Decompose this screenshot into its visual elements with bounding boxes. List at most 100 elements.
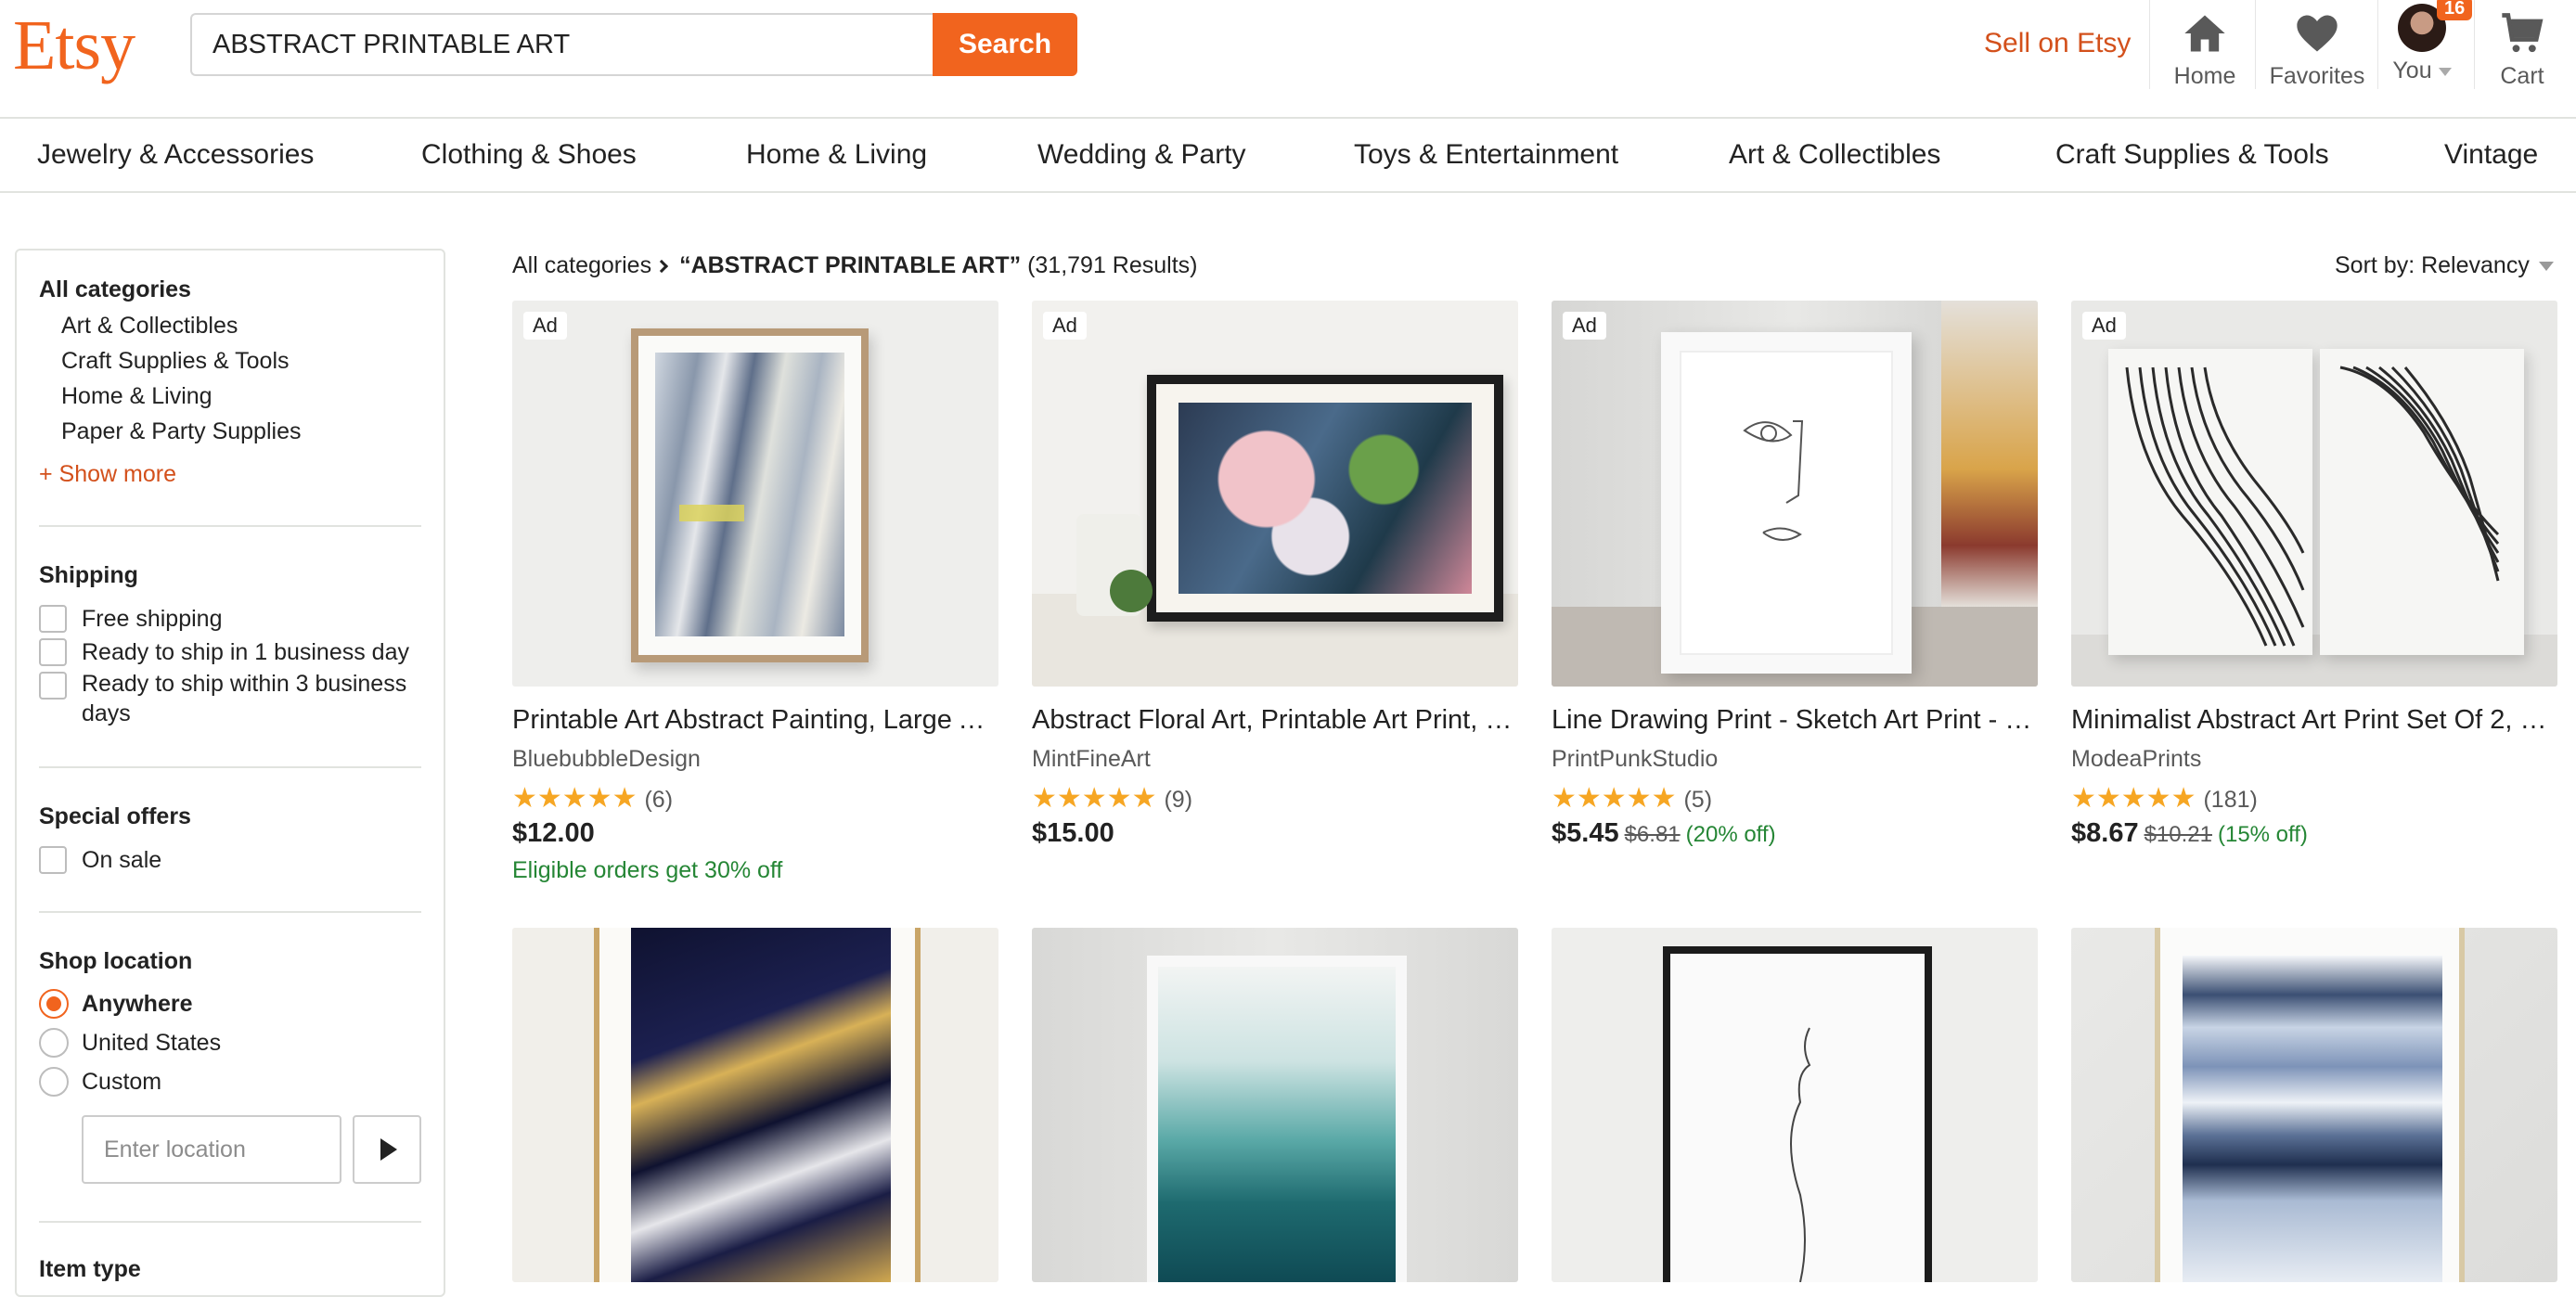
filter-all-categories[interactable]: All categories (39, 276, 191, 303)
line-pattern (2125, 366, 2500, 647)
listing-image[interactable] (1552, 928, 2038, 1282)
header-divider (2149, 0, 2150, 89)
search-input[interactable]: ABSTRACT PRINTABLE ART (190, 13, 933, 76)
nav-you[interactable]: 16 You (2379, 0, 2473, 93)
filter-category-link[interactable]: Home & Living (61, 383, 213, 410)
review-count: (6) (644, 787, 674, 813)
listing-image[interactable]: Ad (512, 301, 998, 687)
location-united-states-radio[interactable] (39, 1028, 69, 1058)
filter-category-link[interactable]: Art & Collectibles (61, 313, 238, 340)
listing-title[interactable]: Line Drawing Print - Sketch Art Print - … (1552, 705, 2038, 736)
shop-name[interactable]: MintFineArt (1032, 746, 1151, 773)
listing-card[interactable] (1552, 928, 2038, 1282)
location-input[interactable] (82, 1115, 341, 1184)
sort-dropdown[interactable]: Sort by: Relevancy (2335, 252, 2554, 279)
ad-badge: Ad (523, 312, 567, 340)
show-more-link[interactable]: + Show more (39, 461, 176, 488)
ready-3-days-checkbox[interactable] (39, 672, 67, 700)
checkbox-label: Ready to ship in 1 business day (82, 639, 409, 665)
shop-name[interactable]: BluebubbleDesign (512, 746, 701, 773)
review-count: (181) (2203, 787, 2258, 813)
filter-sidebar: All categories Art & Collectibles Craft … (15, 249, 445, 1297)
rating-stars: ★★★★★ (6) (512, 782, 673, 815)
price-value: $15.00 (1032, 818, 1114, 848)
star-icon: ★★★★★ (1552, 783, 1677, 814)
category-home-living[interactable]: Home & Living (746, 139, 927, 171)
review-count: (9) (1164, 787, 1193, 813)
nav-cart[interactable]: Cart (2478, 0, 2567, 93)
discount-percent: (15% off) (2217, 822, 2308, 847)
header-divider (2377, 0, 2378, 89)
chevron-down-icon (2538, 262, 2554, 272)
listing-image[interactable] (2071, 928, 2557, 1282)
checkbox-label: On sale (82, 847, 162, 873)
divider (39, 1221, 421, 1223)
ready-1-day-checkbox[interactable] (39, 638, 67, 666)
listing-image[interactable]: Ad (1032, 301, 1518, 687)
breadcrumb-all-categories[interactable]: All categories (512, 252, 651, 278)
nav-cart-label: Cart (2500, 63, 2544, 89)
search-button[interactable]: Search (933, 13, 1077, 76)
nav-home[interactable]: Home (2151, 0, 2259, 93)
cart-icon (2502, 13, 2544, 53)
nav-favorites-label: Favorites (2269, 63, 2365, 89)
listing-price: $8.67 $10.21 (15% off) (2071, 818, 2308, 849)
free-shipping-checkbox[interactable] (39, 605, 67, 633)
location-anywhere-radio[interactable] (39, 989, 69, 1019)
rating-stars: ★★★★★ (181) (2071, 782, 2258, 815)
home-icon (2184, 15, 2225, 52)
header-divider (2255, 0, 2256, 89)
star-icon: ★★★★★ (512, 783, 638, 814)
listing-card[interactable]: Ad Minimalist Abstract Art Print Set Of … (2071, 301, 2557, 848)
category-art-collectibles[interactable]: Art & Collectibles (1729, 139, 1940, 171)
nav-you-label: You (2392, 58, 2432, 83)
radio-label: Anywhere (82, 991, 193, 1017)
notification-badge: 16 (2437, 0, 2473, 20)
review-count: (5) (1683, 787, 1713, 813)
listing-image[interactable] (512, 928, 998, 1282)
listing-title[interactable]: Printable Art Abstract Painting, Large A… (512, 705, 998, 736)
breadcrumb-query: “ABSTRACT PRINTABLE ART” (679, 252, 1022, 278)
ad-badge: Ad (2082, 312, 2126, 340)
listing-card[interactable] (2071, 928, 2557, 1282)
shop-name[interactable]: PrintPunkStudio (1552, 746, 1718, 773)
listing-price: $15.00 (1032, 818, 1114, 849)
listing-image[interactable]: Ad (1552, 301, 2038, 687)
shop-name[interactable]: ModeaPrints (2071, 746, 2201, 773)
category-craft-supplies-tools[interactable]: Craft Supplies & Tools (2055, 139, 2329, 171)
listing-price: $5.45 $6.81 (20% off) (1552, 818, 1776, 849)
divider (39, 766, 421, 768)
listing-image[interactable] (1032, 928, 1518, 1282)
special-offers-heading: Special offers (39, 803, 191, 829)
shipping-heading: Shipping (39, 562, 138, 588)
filter-category-link[interactable]: Paper & Party Supplies (61, 418, 301, 445)
filter-category-link[interactable]: Craft Supplies & Tools (61, 348, 290, 375)
listing-title[interactable]: Minimalist Abstract Art Print Set Of 2, … (2071, 705, 2557, 736)
radio-label: United States (82, 1030, 222, 1056)
nav-favorites[interactable]: Favorites (2264, 0, 2370, 93)
listing-card[interactable]: Ad Abstract Floral Art, Printable Art Pr… (1032, 301, 1518, 848)
category-jewelry-accessories[interactable]: Jewelry & Accessories (37, 139, 314, 171)
category-toys-entertainment[interactable]: Toys & Entertainment (1354, 139, 1618, 171)
listing-card[interactable] (1032, 928, 1518, 1282)
category-wedding-party[interactable]: Wedding & Party (1037, 139, 1246, 171)
category-vintage[interactable]: Vintage (2444, 139, 2538, 171)
location-submit-button[interactable] (353, 1115, 421, 1184)
site-header: Etsy ABSTRACT PRINTABLE ART Search Sell … (0, 0, 2576, 119)
results-count: (31,791 Results) (1027, 252, 1198, 278)
listing-card[interactable] (512, 928, 998, 1282)
checkbox-label-wrap: days (82, 700, 131, 726)
on-sale-checkbox[interactable] (39, 846, 67, 874)
category-clothing-shoes[interactable]: Clothing & Shoes (421, 139, 637, 171)
listing-title[interactable]: Abstract Floral Art, Printable Art Print… (1032, 705, 1518, 736)
category-nav: Jewelry & Accessories Clothing & Shoes H… (0, 119, 2576, 193)
ad-badge: Ad (1043, 312, 1087, 340)
sell-on-etsy-link[interactable]: Sell on Etsy (1984, 28, 2131, 59)
sort-label: Sort by: Relevancy (2335, 252, 2530, 278)
listing-card[interactable]: Ad Printable Art Abstract Painting, Larg… (512, 301, 998, 883)
etsy-logo[interactable]: Etsy (13, 6, 135, 86)
price-value: $8.67 (2071, 818, 2139, 848)
listing-card[interactable]: Ad Line Drawing Print - Sketch Art Print… (1552, 301, 2038, 848)
listing-image[interactable]: Ad (2071, 301, 2557, 687)
location-custom-radio[interactable] (39, 1067, 69, 1097)
